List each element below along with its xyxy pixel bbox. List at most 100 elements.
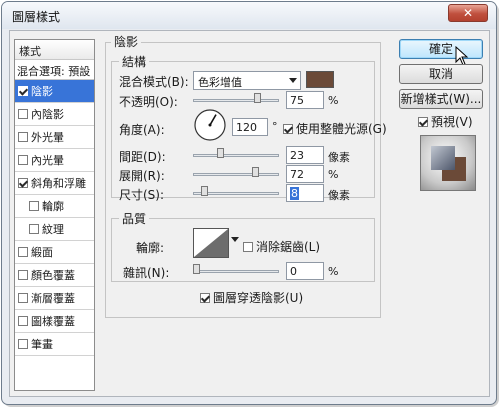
opacity-input[interactable]: 75 bbox=[286, 91, 324, 109]
angle-dial-icon[interactable] bbox=[193, 108, 227, 142]
distance-unit: 像素 bbox=[328, 151, 350, 164]
sidebar-item-outer-glow[interactable]: 外光暈 bbox=[15, 126, 94, 149]
outer-glow-checkbox[interactable] bbox=[18, 132, 28, 142]
inner-glow-checkbox[interactable] bbox=[18, 155, 28, 165]
preview-option[interactable]: 預視(V) bbox=[418, 113, 473, 130]
noise-slider-thumb[interactable] bbox=[193, 264, 200, 274]
spread-slider-thumb[interactable] bbox=[252, 167, 259, 177]
sidebar-item-pattern-overlay[interactable]: 圖樣覆蓋 bbox=[15, 310, 94, 333]
preview-label: 預視(V) bbox=[431, 115, 473, 129]
inner-shadow-checkbox[interactable] bbox=[18, 109, 28, 119]
opacity-slider[interactable] bbox=[193, 99, 279, 102]
size-value: 8 bbox=[290, 187, 299, 200]
sidebar-item-label: 筆畫 bbox=[31, 338, 53, 351]
distance-label: 間距(D): bbox=[119, 150, 166, 164]
sidebar-item-label: 漸層覆蓋 bbox=[31, 292, 75, 305]
drop-shadow-checkbox[interactable] bbox=[18, 86, 28, 96]
opacity-label: 不透明(O): bbox=[119, 95, 178, 109]
sidebar-item-color-overlay[interactable]: 顏色覆蓋 bbox=[15, 264, 94, 287]
window-title: 圖層樣式 bbox=[12, 10, 61, 24]
structure-title: 結構 bbox=[119, 53, 150, 70]
mouse-cursor-icon bbox=[455, 46, 469, 66]
drop-shadow-title: 陰影 bbox=[111, 33, 142, 50]
sidebar-item-bevel-emboss[interactable]: 斜角和浮雕 bbox=[15, 172, 94, 195]
texture-checkbox[interactable] bbox=[29, 224, 39, 234]
preview-checkbox[interactable] bbox=[418, 116, 428, 127]
bevel-emboss-checkbox[interactable] bbox=[18, 178, 28, 188]
spread-unit: % bbox=[328, 168, 339, 181]
blend-mode-select[interactable]: 色彩增值 bbox=[193, 71, 301, 90]
sidebar-item-label: 外光暈 bbox=[31, 131, 64, 144]
new-style-button[interactable]: 新增樣式(W)... bbox=[399, 89, 483, 109]
distance-slider[interactable] bbox=[193, 154, 279, 157]
blend-mode-value: 色彩增值 bbox=[198, 76, 242, 89]
global-light-checkbox[interactable] bbox=[283, 123, 293, 134]
sidebar-item-texture[interactable]: 紋理 bbox=[15, 218, 94, 241]
spread-label: 展開(R): bbox=[119, 169, 165, 183]
spread-input[interactable]: 72 bbox=[286, 165, 324, 183]
blending-options-item[interactable]: 混合選項: 預設 bbox=[15, 60, 94, 80]
quality-title: 品質 bbox=[119, 210, 150, 227]
blend-mode-label: 混合模式(B): bbox=[119, 75, 189, 89]
sidebar-item-contour[interactable]: 輪廓 bbox=[15, 195, 94, 218]
spread-slider[interactable] bbox=[193, 173, 279, 176]
contour-picker[interactable] bbox=[193, 228, 229, 258]
sidebar-item-satin[interactable]: 緞面 bbox=[15, 241, 94, 264]
distance-input[interactable]: 23 bbox=[286, 146, 324, 164]
styles-header[interactable]: 樣式 bbox=[15, 40, 94, 60]
size-slider-thumb[interactable] bbox=[201, 186, 208, 196]
size-unit: 像素 bbox=[328, 189, 350, 202]
preview-object bbox=[431, 146, 455, 170]
noise-slider[interactable] bbox=[193, 270, 279, 273]
global-light-label: 使用整體光源(G) bbox=[296, 122, 387, 136]
sidebar-item-stroke[interactable]: 筆畫 bbox=[15, 333, 94, 356]
sidebar-item-label: 紋理 bbox=[42, 223, 64, 236]
close-button[interactable]: ✕ bbox=[448, 4, 488, 22]
angle-input[interactable]: 120 bbox=[232, 118, 268, 136]
distance-slider-thumb[interactable] bbox=[217, 148, 224, 158]
sidebar-item-label: 顏色覆蓋 bbox=[31, 269, 75, 282]
dialog-body: 樣式 混合選項: 預設 陰影 內陰影 外光暈 內光暈 斜角和浮雕 輪廓 紋理 緞… bbox=[9, 30, 490, 397]
opacity-slider-thumb[interactable] bbox=[253, 93, 261, 103]
angle-label: 角度(A): bbox=[119, 123, 165, 137]
sidebar-item-label: 內陰影 bbox=[31, 108, 64, 121]
satin-checkbox[interactable] bbox=[18, 247, 28, 257]
size-input[interactable]: 8 bbox=[286, 184, 324, 202]
contour-label: 輪廓: bbox=[136, 241, 165, 255]
sidebar-item-drop-shadow[interactable]: 陰影 bbox=[15, 80, 94, 103]
sidebar-item-label: 緞面 bbox=[31, 246, 53, 259]
shadow-color-swatch[interactable] bbox=[306, 71, 334, 88]
title-bar: 圖層樣式 ✕ bbox=[2, 2, 496, 29]
size-label: 尺寸(S): bbox=[119, 188, 165, 202]
noise-input[interactable]: 0 bbox=[286, 262, 324, 280]
noise-unit: % bbox=[328, 265, 339, 278]
knockout-option[interactable]: 圖層穿透陰影(U) bbox=[200, 289, 303, 306]
sidebar-item-label: 斜角和浮雕 bbox=[31, 177, 86, 190]
anti-alias-option[interactable]: 消除鋸齒(L) bbox=[243, 238, 320, 255]
angle-unit: ° bbox=[272, 120, 278, 133]
sidebar-item-gradient-overlay[interactable]: 漸層覆蓋 bbox=[15, 287, 94, 310]
contour-dropdown-icon[interactable] bbox=[231, 237, 239, 242]
pattern-overlay-checkbox[interactable] bbox=[18, 316, 28, 326]
color-overlay-checkbox[interactable] bbox=[18, 270, 28, 280]
stroke-checkbox[interactable] bbox=[18, 339, 28, 349]
sidebar-item-inner-shadow[interactable]: 內陰影 bbox=[15, 103, 94, 126]
noise-label: 雜訊(N): bbox=[123, 266, 170, 280]
anti-alias-label: 消除鋸齒(L) bbox=[256, 240, 321, 254]
knockout-label: 圖層穿透陰影(U) bbox=[213, 291, 304, 305]
sidebar-item-label: 內光暈 bbox=[31, 154, 64, 167]
styles-list: 樣式 混合選項: 預設 陰影 內陰影 外光暈 內光暈 斜角和浮雕 輪廓 紋理 緞… bbox=[14, 39, 95, 391]
contour-preview-icon bbox=[194, 229, 228, 257]
layer-style-dialog: 圖層樣式 ✕ 樣式 混合選項: 預設 陰影 內陰影 外光暈 內光暈 斜角和浮雕 … bbox=[1, 1, 497, 405]
sidebar-item-inner-glow[interactable]: 內光暈 bbox=[15, 149, 94, 172]
sidebar-item-label: 圖樣覆蓋 bbox=[31, 315, 75, 328]
chevron-down-icon bbox=[289, 78, 297, 83]
opacity-unit: % bbox=[328, 94, 339, 107]
anti-alias-checkbox[interactable] bbox=[243, 241, 253, 252]
global-light-option[interactable]: 使用整體光源(G) bbox=[283, 120, 387, 137]
gradient-overlay-checkbox[interactable] bbox=[18, 293, 28, 303]
ok-button[interactable]: 確定 bbox=[399, 39, 483, 59]
cancel-button[interactable]: 取消 bbox=[399, 64, 483, 84]
contour-checkbox[interactable] bbox=[29, 201, 39, 211]
knockout-checkbox[interactable] bbox=[200, 292, 210, 303]
